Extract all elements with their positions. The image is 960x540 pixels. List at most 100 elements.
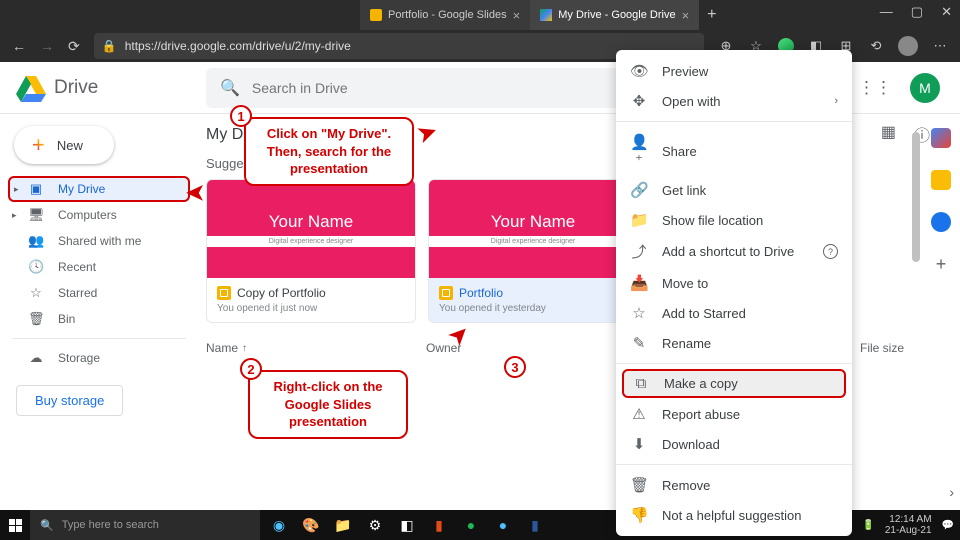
sidebar-label: Bin [58,312,75,326]
side-panel-toggle[interactable]: › [949,484,954,500]
report-icon: ⚠ [630,405,648,423]
file-card-selected[interactable]: Your Name Digital experience designer Po… [428,179,638,323]
rename-icon: ✎ [630,334,648,352]
annotation-2: Right-click on the Google Slides present… [248,370,408,439]
sidebar-item-computers[interactable]: ▸ 🖥 Computers [8,202,190,228]
taskbar-app-icon[interactable]: ● [490,512,516,538]
move-icon: 📥 [630,274,648,292]
sidebar-item-shared[interactable]: 👥 Shared with me [8,228,190,254]
ctx-rename[interactable]: ✎Rename [616,328,852,358]
link-icon: 🔗 [630,181,648,199]
my-drive-icon: ▣ [28,181,44,197]
open-with-icon: ✥ [630,92,648,110]
tasks-icon[interactable] [931,212,951,232]
help-icon[interactable]: ? [823,244,838,259]
ctx-not-helpful[interactable]: 👎Not a helpful suggestion [616,500,852,530]
sidebar-item-recent[interactable]: 🕓 Recent [8,254,190,280]
ctx-preview[interactable]: 👁Preview [616,56,852,86]
tray-battery-icon[interactable]: 🔋 [862,520,874,531]
taskbar-search[interactable]: 🔍 Type here to search [30,510,260,540]
ctx-add-shortcut[interactable]: ⤴Add a shortcut to Drive? [616,235,852,268]
url-bar[interactable]: 🔒 https://drive.google.com/drive/u/2/my-… [94,33,704,59]
annotation-badge-2: 2 [240,358,262,380]
taskbar-office-icon[interactable]: ▮ [426,512,452,538]
keep-icon[interactable] [931,170,951,190]
tab-drive[interactable]: My Drive - Google Drive × [530,0,699,30]
eye-icon: 👁 [630,62,648,80]
sidebar-item-bin[interactable]: 🗑 Bin [8,306,190,332]
col-owner[interactable]: Owner [426,341,586,355]
drive-logo[interactable]: Drive [16,74,196,102]
close-icon[interactable]: × [513,8,521,23]
ctx-make-copy[interactable]: ⧉Make a copy [622,369,846,398]
close-icon[interactable]: × [682,8,690,23]
sidebar-label: Shared with me [58,234,141,248]
drive-triangle-icon [16,74,46,102]
new-tab-button[interactable]: + [699,6,724,24]
download-icon: ⬇ [630,435,648,453]
ctx-remove[interactable]: 🗑Remove [616,470,852,500]
card-subtitle: You opened it just now [217,303,405,314]
taskbar-app-icon[interactable]: 🎨 [298,512,324,538]
close-window-icon[interactable]: ✕ [941,4,952,20]
share-icon: 👤⁺ [630,133,648,169]
sort-arrow-icon: ↑ [242,343,247,354]
divider [616,121,852,122]
file-card[interactable]: Your Name Digital experience designer Co… [206,179,416,323]
refresh-button[interactable]: ⟳ [68,38,80,55]
taskbar-app-icon[interactable]: ◧ [394,512,420,538]
chevron-right-icon: ▸ [12,210,17,221]
ctx-show-location[interactable]: 📁Show file location [616,205,852,235]
more-icon[interactable]: ⋯ [932,38,948,54]
add-addon-icon[interactable]: + [936,254,947,275]
ctx-report-abuse[interactable]: ⚠Report abuse [616,399,852,429]
sidebar-item-storage[interactable]: ☁ Storage [8,345,190,371]
new-button[interactable]: + New [14,126,114,164]
sync-icon[interactable]: ⟲ [868,38,884,54]
sidebar-item-my-drive[interactable]: ▸ ▣ My Drive [8,176,190,202]
start-button[interactable] [0,519,30,532]
minimize-icon[interactable]: — [880,4,893,20]
ctx-move-to[interactable]: 📥Move to [616,268,852,298]
card-thumbnail: Your Name Digital experience designer [429,180,637,278]
chevron-right-icon: ▸ [14,184,19,195]
star-icon: ☆ [630,304,648,322]
ctx-download[interactable]: ⬇Download [616,429,852,459]
account-avatar[interactable]: M [910,73,940,103]
sidebar-item-starred[interactable]: ☆ Starred [8,280,190,306]
ctx-get-link[interactable]: 🔗Get link [616,175,852,205]
ctx-add-starred[interactable]: ☆Add to Starred [616,298,852,328]
annotation-badge-3: 3 [504,356,526,378]
drive-title: Drive [54,77,98,99]
taskbar-explorer-icon[interactable]: 📁 [330,512,356,538]
taskbar-word-icon[interactable]: ▮ [522,512,548,538]
grid-view-icon[interactable]: ▦ [881,122,896,146]
star-icon: ☆ [28,285,44,301]
taskbar-spotify-icon[interactable]: ● [458,512,484,538]
scrollbar[interactable] [912,132,920,262]
buy-storage-button[interactable]: Buy storage [16,385,123,416]
clock[interactable]: 12:14 AM 21-Aug-21 [885,514,932,536]
sidebar-label: Storage [58,351,100,365]
browser-profile-icon[interactable] [898,36,918,56]
lock-icon: 🔒 [102,39,117,53]
forward-button[interactable]: → [40,38,54,54]
card-subtitle: You opened it yesterday [439,303,627,314]
back-button[interactable]: ← [12,38,26,54]
calendar-icon[interactable] [931,128,951,148]
context-menu: 👁Preview ✥Open with› 👤⁺Share 🔗Get link 📁… [616,50,852,536]
col-name[interactable]: Name ↑ [206,341,426,355]
taskbar-edge-icon[interactable]: ◉ [266,512,292,538]
tab-slides[interactable]: Portfolio - Google Slides × [360,0,530,30]
card-thumbnail: Your Name Digital experience designer [207,180,415,278]
card-title: Copy of Portfolio [237,286,326,300]
maximize-icon[interactable]: ▢ [911,4,923,20]
taskbar-settings-icon[interactable]: ⚙ [362,512,388,538]
recent-icon: 🕓 [28,259,44,275]
chevron-right-icon: › [834,95,838,107]
notifications-icon[interactable]: 💬 [942,520,954,531]
col-size[interactable]: File size [860,341,904,355]
ctx-open-with[interactable]: ✥Open with› [616,86,852,116]
slides-favicon [370,9,382,21]
ctx-share[interactable]: 👤⁺Share [616,127,852,175]
